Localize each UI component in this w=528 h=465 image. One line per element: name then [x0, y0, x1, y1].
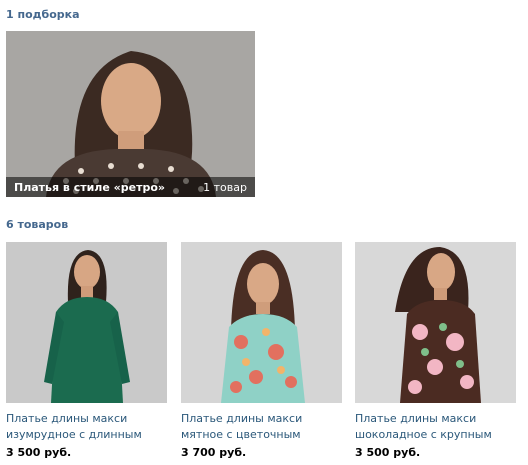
collections-header: 1 подборка: [6, 8, 80, 21]
product-title[interactable]: Платье длины макси изумрудное с длинным …: [6, 411, 167, 443]
product-price: 3 500 руб.: [6, 446, 72, 459]
product-title[interactable]: Платье длины макси мятное с цветочным пр…: [181, 411, 342, 443]
product-card[interactable]: Платье длины макси шоколадное с крупным …: [355, 242, 516, 459]
album-item-count: 1 товар: [203, 180, 247, 194]
album-caption: Платья в стиле «ретро» 1 товар: [6, 177, 255, 197]
album-cover-image: [6, 31, 255, 197]
product-photo[interactable]: [181, 242, 342, 403]
product-price: 3 700 руб.: [181, 446, 247, 459]
product-photo[interactable]: [6, 242, 167, 403]
album-title: Платья в стиле «ретро»: [14, 180, 166, 194]
products-header: 6 товаров: [6, 218, 69, 231]
product-card[interactable]: Платье длины макси мятное с цветочным пр…: [181, 242, 342, 459]
product-title[interactable]: Платье длины макси шоколадное с крупным …: [355, 411, 516, 443]
product-price: 3 500 руб.: [355, 446, 421, 459]
product-card[interactable]: Платье длины макси изумрудное с длинным …: [6, 242, 167, 459]
album-card-retro[interactable]: Платья в стиле «ретро» 1 товар: [6, 31, 255, 197]
product-photo[interactable]: [355, 242, 516, 403]
